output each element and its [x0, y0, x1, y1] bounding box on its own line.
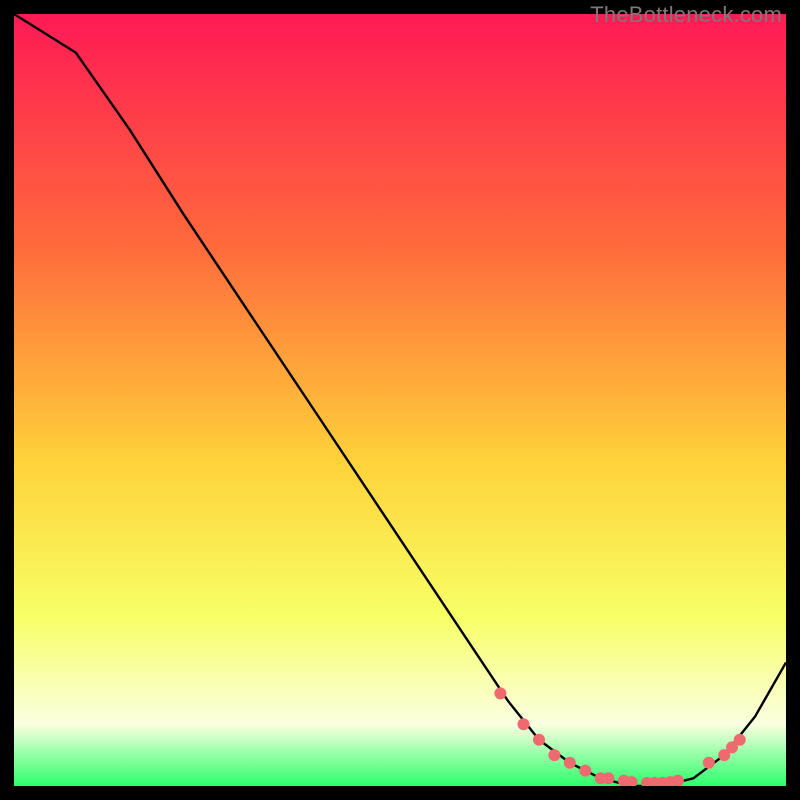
highlight-dot [734, 734, 746, 746]
highlight-dot [564, 757, 576, 769]
chart-frame [14, 14, 786, 786]
highlight-dot [548, 749, 560, 761]
highlight-dot [602, 772, 614, 784]
highlight-dot [579, 765, 591, 777]
highlight-dot [533, 734, 545, 746]
highlight-dot [494, 687, 506, 699]
highlight-dot [703, 757, 715, 769]
watermark-text: TheBottleneck.com [590, 2, 782, 28]
bottleneck-chart [14, 14, 786, 786]
highlight-dot [518, 718, 530, 730]
